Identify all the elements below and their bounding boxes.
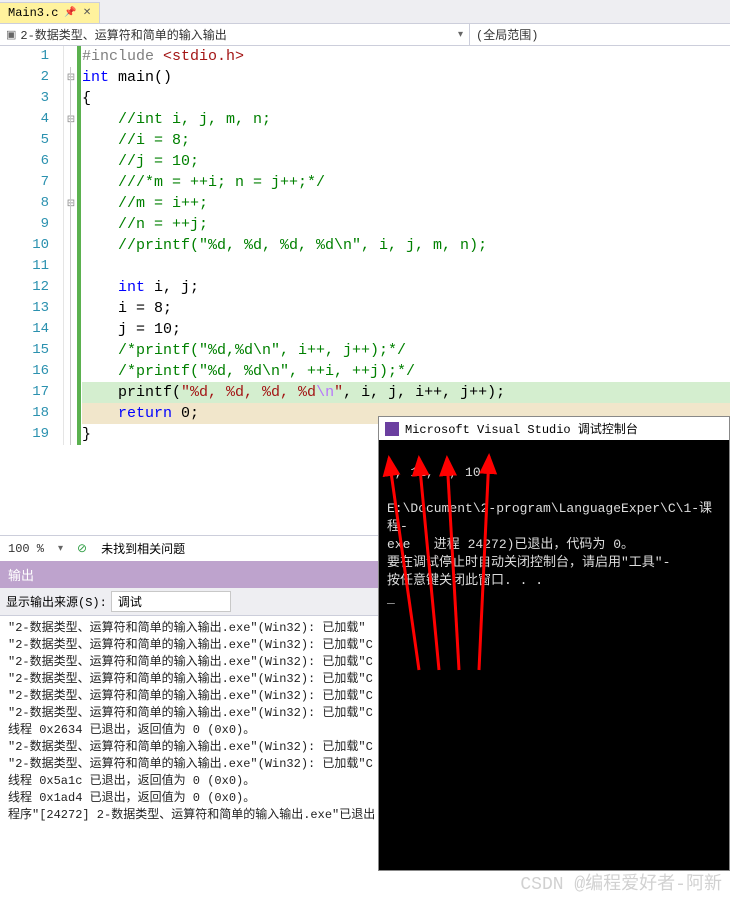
- code-text: int: [82, 279, 145, 296]
- output-src-label: 显示输出来源(S):: [6, 593, 107, 610]
- code-text: //i = 8;: [82, 132, 190, 149]
- file-tab[interactable]: Main3.c 📌 ✕: [0, 2, 100, 23]
- zoom-level[interactable]: 100 %: [8, 542, 44, 556]
- nav-right-text: (全局范围): [476, 26, 538, 43]
- code-text: \n: [316, 384, 334, 401]
- status-msg: 未找到相关问题: [101, 540, 185, 557]
- console-body[interactable]: 9, 11, 8, 10 E:\Document\2-program\Langu…: [379, 440, 729, 870]
- console-line: 要在调试停止时自动关闭控制台，请启用"工具"-: [387, 555, 670, 570]
- console-titlebar[interactable]: Microsoft Visual Studio 调试控制台: [379, 417, 729, 440]
- console-line: 按任意键关闭此窗口. . .: [387, 573, 543, 588]
- nav-scope-left[interactable]: ▣ 2-数据类型、运算符和简单的输入输出 ▾: [0, 24, 470, 45]
- close-icon[interactable]: ✕: [83, 7, 91, 19]
- code-text: /*printf("%d, %d\n", ++i, ++j);*/: [82, 363, 415, 380]
- pin-icon[interactable]: 📌: [64, 7, 76, 19]
- code-text: {: [82, 90, 91, 107]
- code-text: //m = i++;: [82, 195, 208, 212]
- code-text: printf(: [82, 384, 181, 401]
- line-numbers: 1234 5678 9101112 13141516 171819: [0, 46, 64, 445]
- code-text: ///*m = ++i; n = j++;*/: [82, 174, 325, 191]
- code-text: //int i, j, m, n;: [82, 111, 271, 128]
- code-text: , i, j, i++, j++);: [343, 384, 505, 401]
- output-source-select[interactable]: 调试: [111, 591, 231, 612]
- fold-toggle[interactable]: ⊟: [64, 67, 78, 88]
- code-text: //printf("%d, %d, %d, %d\n", i, j, m, n)…: [82, 237, 487, 254]
- code-text: "%d, %d, %d, %d: [181, 384, 316, 401]
- code-text: //j = 10;: [82, 153, 199, 170]
- nav-left-text: 2-数据类型、运算符和简单的输入输出: [20, 26, 226, 43]
- code-text: i = 8;: [82, 300, 172, 317]
- code-text: <stdio.h>: [163, 48, 244, 65]
- fold-toggle[interactable]: ⊟: [64, 193, 78, 214]
- console-line: exe 进程 24272)已退出，代码为 0。: [387, 537, 634, 552]
- code-text: [82, 258, 91, 275]
- code-text: #include: [82, 48, 163, 65]
- code-text: i, j;: [145, 279, 199, 296]
- nav-bar: ▣ 2-数据类型、运算符和简单的输入输出 ▾ (全局范围): [0, 24, 730, 46]
- code-editor[interactable]: 1234 5678 9101112 13141516 171819 ⊟ ⊟ ⊟ …: [0, 46, 730, 445]
- fold-toggle[interactable]: ⊟: [64, 109, 78, 130]
- watermark: CSDN @编程爱好者-阿新: [520, 869, 722, 895]
- code-text: ": [334, 384, 343, 401]
- debug-console-window[interactable]: Microsoft Visual Studio 调试控制台 9, 11, 8, …: [378, 416, 730, 871]
- check-icon: ⊘: [77, 541, 87, 556]
- fold-gutter: ⊟ ⊟ ⊟: [64, 46, 78, 445]
- code-text: }: [82, 426, 91, 443]
- nav-scope-right[interactable]: (全局范围): [470, 24, 730, 45]
- code-text: j = 10;: [82, 321, 181, 338]
- console-title-text: Microsoft Visual Studio 调试控制台: [405, 420, 638, 437]
- zoom-drop-icon[interactable]: ▾: [58, 543, 63, 555]
- tab-bar: Main3.c 📌 ✕: [0, 0, 730, 24]
- code-text: return: [82, 405, 172, 422]
- console-line: E:\Document\2-program\LanguageExper\C\1-…: [387, 501, 712, 534]
- code-text: int: [82, 69, 109, 86]
- code-text: 0;: [172, 405, 199, 422]
- code-text: main(): [109, 69, 172, 86]
- app-icon: [385, 422, 399, 436]
- chevron-down-icon[interactable]: ▾: [458, 29, 463, 41]
- scope-icon: ▣: [6, 28, 16, 42]
- code-text: /*printf("%d,%d\n", i++, j++);*/: [82, 342, 406, 359]
- console-output: 9, 11, 8, 10: [387, 465, 481, 480]
- code-text: //n = ++j;: [82, 216, 208, 233]
- tab-label: Main3.c: [8, 6, 58, 20]
- code-area[interactable]: #include <stdio.h> int main() { //int i,…: [78, 46, 730, 445]
